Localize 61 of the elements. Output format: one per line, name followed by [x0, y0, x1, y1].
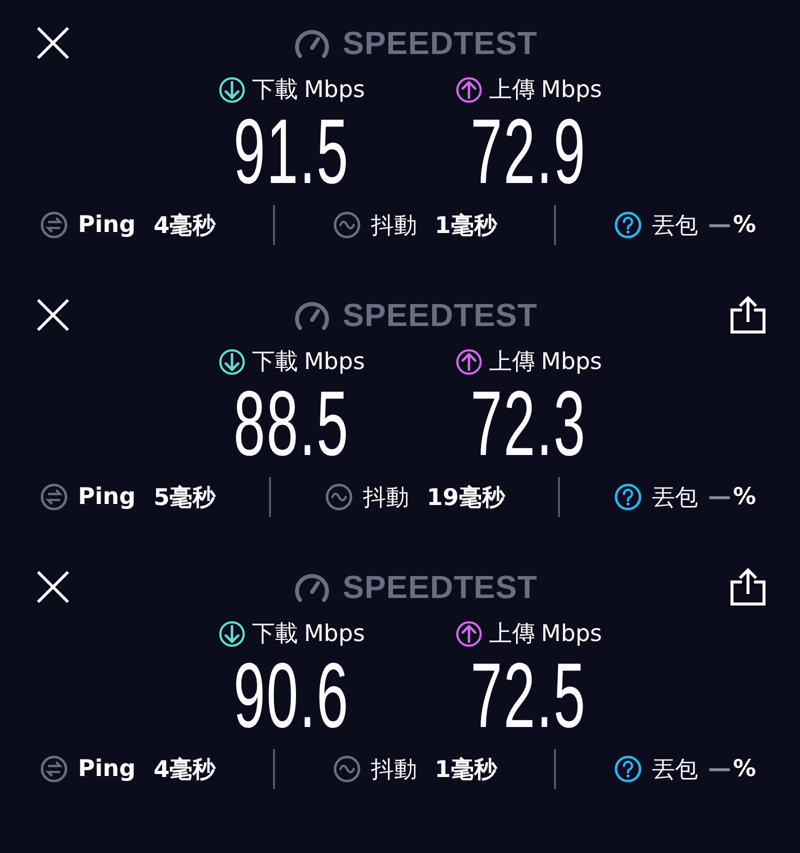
help-icon: [614, 755, 642, 783]
download-label: 下載: [252, 76, 298, 105]
upload-unit: Mbps: [541, 348, 602, 374]
ping-icon: [40, 211, 68, 239]
packet-loss-value: —: [708, 212, 731, 238]
download-unit: Mbps: [304, 348, 365, 374]
packet-loss-label: 丟包: [652, 212, 698, 240]
upload-unit: Mbps: [541, 76, 602, 102]
wave-icon: [332, 211, 361, 239]
jitter-value: 19毫秒: [426, 484, 505, 512]
percent-unit: %: [732, 212, 756, 238]
speedtest-logo-text: SPEEDTEST: [342, 24, 538, 62]
share-button[interactable]: [730, 568, 766, 606]
upload-speed: 72.3: [470, 379, 587, 469]
upload-label: 上傳: [489, 348, 536, 377]
percent-unit: %: [732, 756, 756, 782]
jitter-label: 抖動: [370, 756, 417, 784]
upload-speed: 72.9: [470, 107, 587, 197]
jitter-label: 抖動: [370, 212, 417, 240]
close-icon: [36, 298, 70, 332]
ping-icon: [40, 755, 68, 783]
speedtest-logo-text: SPEEDTEST: [342, 296, 538, 334]
download-label: 下載: [252, 348, 298, 377]
ping-value: 4毫秒: [154, 756, 216, 784]
ping-value: 4毫秒: [154, 212, 216, 240]
upload-label: 上傳: [489, 76, 536, 105]
upload-unit: Mbps: [541, 620, 602, 646]
share-button[interactable]: [730, 296, 766, 334]
percent-unit: %: [732, 484, 756, 510]
ping-value: 5毫秒: [154, 484, 216, 512]
help-icon: [614, 211, 642, 239]
jitter-label: 抖動: [362, 484, 409, 512]
close-button[interactable]: [36, 298, 70, 332]
upload-label: 上傳: [489, 620, 536, 649]
packet-loss-label: 丟包: [652, 484, 698, 512]
ping-label: Ping: [78, 212, 136, 238]
download-speed: 91.5: [233, 107, 350, 197]
packet-loss-value: —: [708, 484, 731, 510]
wave-icon: [324, 483, 353, 511]
jitter-value: 1毫秒: [434, 756, 497, 784]
upload-speed: 72.5: [470, 651, 587, 741]
close-icon: [36, 26, 70, 60]
help-icon: [614, 483, 642, 511]
ping-label: Ping: [78, 756, 136, 782]
speedtest-logo-text: SPEEDTEST: [342, 568, 538, 606]
close-button[interactable]: [36, 570, 70, 604]
share-icon: [730, 296, 766, 334]
ping-label: Ping: [78, 484, 136, 510]
share-icon: [730, 568, 766, 606]
jitter-value: 1毫秒: [434, 212, 497, 240]
download-label: 下載: [252, 620, 298, 649]
close-button[interactable]: [36, 26, 70, 60]
packet-loss-value: —: [708, 756, 731, 782]
wave-icon: [332, 755, 361, 783]
download-speed: 88.5: [233, 379, 350, 469]
close-icon: [36, 570, 70, 604]
ping-icon: [40, 483, 68, 511]
download-unit: Mbps: [304, 76, 365, 102]
download-speed: 90.6: [233, 651, 350, 741]
packet-loss-label: 丟包: [652, 756, 698, 784]
download-unit: Mbps: [304, 620, 365, 646]
